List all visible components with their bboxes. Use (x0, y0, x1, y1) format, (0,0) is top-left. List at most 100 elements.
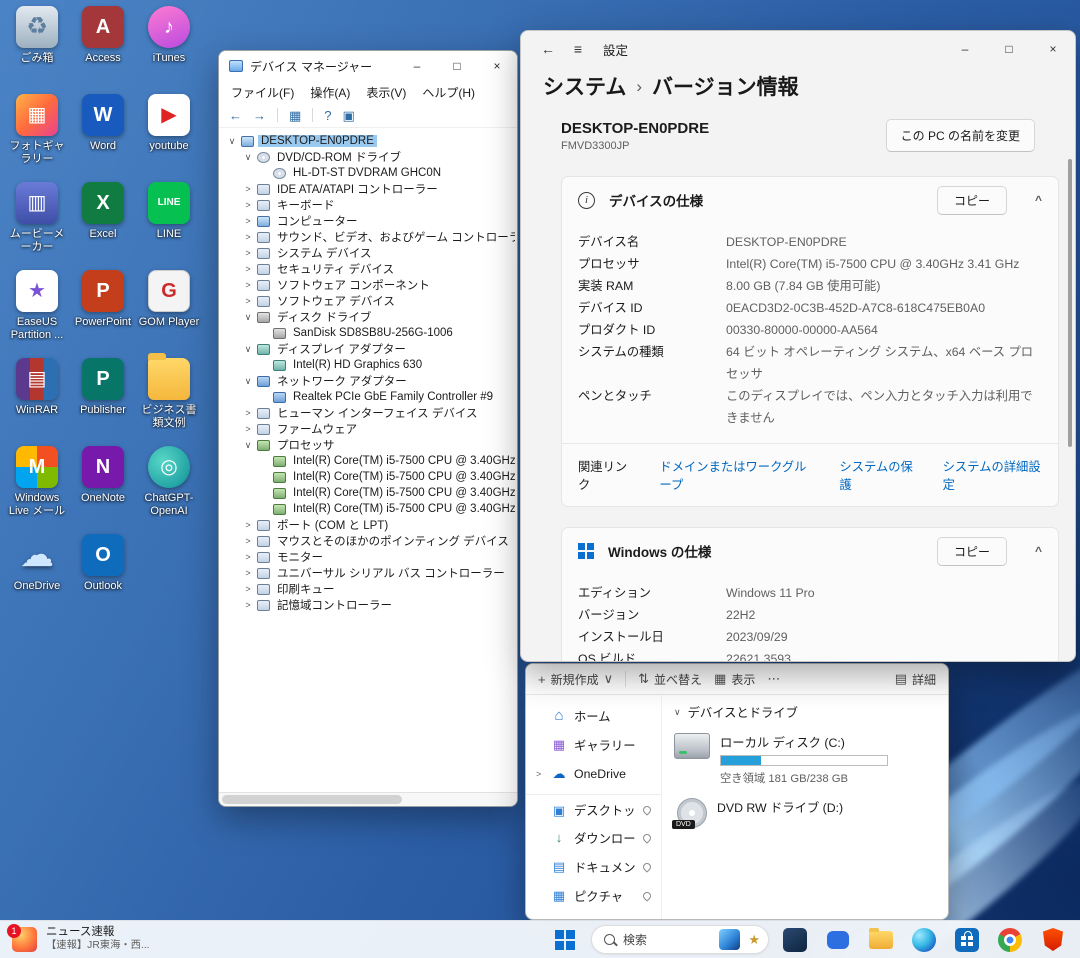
desktop-icon[interactable]: ☁ OneDrive (5, 534, 69, 622)
minimize-button[interactable]: – (943, 31, 987, 67)
drive-d-item[interactable]: DVD DVD RW ドライブ (D:) (674, 798, 938, 828)
device-tree-item[interactable]: ソフトウェア デバイス (221, 293, 515, 309)
tree-expand-icon[interactable] (243, 248, 253, 258)
horizontal-scrollbar[interactable] (219, 792, 517, 806)
scrollbar-thumb[interactable] (222, 795, 402, 804)
tree-expand-icon[interactable] (243, 184, 253, 194)
minimize-button[interactable]: – (397, 51, 437, 81)
desktop-icon[interactable]: ♪ iTunes (137, 6, 201, 94)
tree-expand-icon[interactable] (243, 600, 253, 610)
file-explorer-icon[interactable] (864, 923, 898, 957)
tree-expand-icon[interactable] (243, 200, 253, 210)
tree-expand-icon[interactable] (243, 232, 253, 242)
search-box[interactable]: 検索 ★ (591, 925, 769, 954)
tree-expand-icon[interactable] (243, 520, 253, 530)
device-tree-item[interactable]: ネットワーク アダプター (221, 373, 515, 389)
help-icon[interactable]: ? (324, 109, 331, 122)
menu-item[interactable]: ファイル(F) (223, 82, 302, 103)
hamburger-menu-icon[interactable]: ≡ (565, 41, 591, 57)
device-tree-item[interactable]: Intel(R) Core(TM) i5-7500 CPU @ 3.40GHz (221, 501, 515, 517)
new-item-button[interactable]: + 新規作成 ∨ (538, 671, 613, 688)
tree-expand-icon[interactable] (243, 536, 253, 546)
sidebar-item[interactable]: > ⌂ ホーム (526, 701, 661, 730)
desktop-icon[interactable]: P PowerPoint (71, 270, 135, 358)
maximize-button[interactable]: □ (437, 51, 477, 81)
tree-expand-icon[interactable] (243, 296, 253, 306)
widgets-button[interactable]: 1 ニュース速報 【速報】JR東海・西... (0, 921, 162, 958)
menu-item[interactable]: 操作(A) (302, 82, 358, 103)
tree-expand-icon[interactable] (243, 264, 253, 274)
desktop-icon[interactable]: G GOM Player (137, 270, 201, 358)
menu-item[interactable]: 表示(V) (358, 82, 414, 103)
device-tree-item[interactable]: DESKTOP-EN0PDRE (221, 133, 515, 149)
windows-spec-header[interactable]: Windows の仕様 コピー ^ (562, 528, 1058, 574)
desktop-icon[interactable]: P Publisher (71, 358, 135, 446)
device-tree-item[interactable]: キーボード (221, 197, 515, 213)
more-options-button[interactable]: ⋯ (767, 671, 780, 687)
device-tree-item[interactable]: ユニバーサル シリアル バス コントローラー (221, 565, 515, 581)
close-button[interactable]: × (1031, 31, 1075, 67)
maximize-button[interactable]: □ (987, 31, 1031, 67)
desktop-icon[interactable]: A Access (71, 6, 135, 94)
tree-expand-icon[interactable] (243, 552, 253, 562)
tree-expand-icon[interactable] (243, 344, 253, 355)
desktop-icon[interactable]: M Windows Live メール (5, 446, 69, 534)
microsoft-store-icon[interactable] (950, 923, 984, 957)
device-tree-item[interactable]: プロセッサ (221, 437, 515, 453)
desktop-icon[interactable]: ▤ WinRAR (5, 358, 69, 446)
device-spec-header[interactable]: i デバイスの仕様 コピー ^ (562, 177, 1058, 223)
desktop-icon[interactable]: ▶ youtube (137, 94, 201, 182)
sidebar-item[interactable]: > ▦ ギャラリー (526, 730, 661, 759)
chevron-right-icon[interactable]: > (536, 769, 544, 779)
device-tree-item[interactable]: ヒューマン インターフェイス デバイス (221, 405, 515, 421)
computer-scan-icon[interactable]: ▣ (343, 109, 355, 122)
device-tree-item[interactable]: Intel(R) Core(TM) i5-7500 CPU @ 3.40GHz (221, 469, 515, 485)
device-tree-item[interactable]: ポート (COM と LPT) (221, 517, 515, 533)
device-tree-item[interactable]: セキュリティ デバイス (221, 261, 515, 277)
device-tree-item[interactable]: モニター (221, 549, 515, 565)
device-tree-item[interactable]: SanDisk SD8SB8U-256G-1006 (221, 325, 515, 341)
chevron-up-icon[interactable]: ^ (1035, 193, 1042, 207)
photos-app-icon[interactable] (778, 923, 812, 957)
advanced-system-settings-link[interactable]: システムの詳細設定 (943, 457, 1042, 493)
tree-expand-icon[interactable] (243, 152, 253, 163)
tree-expand-icon[interactable] (243, 376, 253, 387)
device-tree-item[interactable]: マウスとそのほかのポインティング デバイス (221, 533, 515, 549)
device-tree-item[interactable]: 記憶域コントローラー (221, 597, 515, 613)
tree-expand-icon[interactable] (243, 584, 253, 594)
tree-expand-icon[interactable] (243, 216, 253, 226)
list-view-icon[interactable]: ▦ (289, 109, 301, 122)
device-tree-item[interactable]: ソフトウェア コンポーネント (221, 277, 515, 293)
sidebar-item[interactable]: > ☁ OneDrive (526, 759, 661, 788)
desktop-icon[interactable]: X Excel (71, 182, 135, 270)
desktop-icon[interactable]: ビジネス書類文例 (137, 358, 201, 446)
desktop-icon[interactable]: O Outlook (71, 534, 135, 622)
device-tree-item[interactable]: Intel(R) HD Graphics 630 (221, 357, 515, 373)
device-tree-item[interactable]: Intel(R) Core(TM) i5-7500 CPU @ 3.40GHz (221, 485, 515, 501)
device-tree-item[interactable]: コンピューター (221, 213, 515, 229)
nav-back-icon[interactable]: ← (229, 109, 242, 122)
edge-browser-icon[interactable] (907, 923, 941, 957)
copy-button[interactable]: コピー (937, 186, 1007, 215)
domain-workgroup-link[interactable]: ドメインまたはワークグループ (659, 457, 813, 493)
device-tree-item[interactable]: システム デバイス (221, 245, 515, 261)
device-tree-item[interactable]: ディスク ドライブ (221, 309, 515, 325)
device-tree-item[interactable]: ファームウェア (221, 421, 515, 437)
desktop-icon[interactable]: ◎ ChatGPT-OpenAI (137, 446, 201, 534)
sort-button[interactable]: ⇅ 並べ替え (638, 671, 702, 688)
tree-expand-icon[interactable] (227, 136, 237, 147)
vertical-scrollbar[interactable] (1068, 159, 1072, 447)
start-button[interactable] (548, 923, 582, 957)
tree-expand-icon[interactable] (243, 440, 253, 451)
device-tree-item[interactable]: DVD/CD-ROM ドライブ (221, 149, 515, 165)
tree-expand-icon[interactable] (243, 280, 253, 290)
drive-c-item[interactable]: ローカル ディスク (C:) 空き領域 181 GB/238 GB (674, 733, 938, 786)
tree-expand-icon[interactable] (243, 408, 253, 418)
chrome-browser-icon[interactable] (993, 923, 1027, 957)
desktop-icon[interactable]: ▥ ムービーメーカー (5, 182, 69, 270)
tree-expand-icon[interactable] (243, 568, 253, 578)
device-tree-item[interactable]: 印刷キュー (221, 581, 515, 597)
system-protection-link[interactable]: システムの保護 (839, 457, 916, 493)
close-button[interactable]: × (477, 51, 517, 81)
copy-button[interactable]: コピー (937, 537, 1007, 566)
